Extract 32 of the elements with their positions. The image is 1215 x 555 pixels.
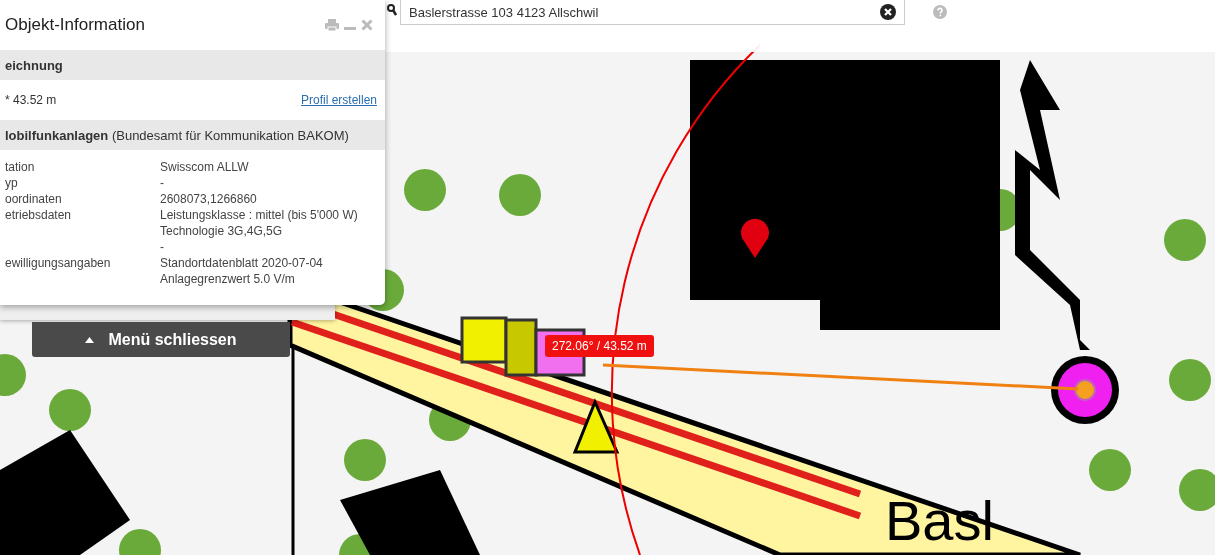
measure-value: * 43.52 m — [5, 93, 57, 107]
attribute-value: 2608073,1266860 — [160, 191, 258, 207]
attribute-value: - — [160, 175, 165, 191]
attribute-label: etriebsdaten — [5, 207, 73, 224]
caret-icon — [85, 336, 95, 343]
square-symbol — [460, 316, 508, 364]
search-field[interactable]: Baslerstrasse 103 4123 Allschwil — [400, 0, 905, 25]
triangle-symbol — [572, 398, 620, 454]
panel-title: Objekt-Information — [5, 15, 145, 35]
attribute-value: Technologie 3G,4G,5G — [160, 223, 284, 239]
attribute-value: Leistungsklasse : mittel (bis 5'000 W) — [160, 207, 359, 223]
street-label: Basl — [885, 489, 994, 552]
close-menu-button[interactable]: Menü schliessen — [32, 322, 290, 357]
antenna-marker — [1051, 356, 1119, 424]
attribute-label: yp — [5, 175, 19, 191]
help-icon[interactable] — [933, 5, 947, 19]
section-heading: eichnung — [0, 50, 385, 80]
attribute-value: Standortdatenblatt 2020-07-04 — [160, 255, 324, 271]
attribute-value: Swisscom ALLW — [160, 159, 250, 175]
attribute-value: Anlagegrenzwert 5.0 V/m — [160, 271, 296, 287]
measure-label: 272.06° / 43.52 m — [545, 335, 654, 357]
attribute-label: oordinaten — [5, 191, 63, 207]
attribute-value: - — [160, 239, 165, 255]
print-icon[interactable] — [325, 19, 339, 31]
section-heading: lobilfunkanlagen (Bundesamt für Kommunikation BAKOM) — [5, 127, 349, 143]
location-pin-icon — [741, 218, 769, 258]
clear-icon[interactable] — [880, 4, 896, 20]
attribute-label: ewilligungsangaben — [5, 255, 112, 272]
close-icon[interactable] — [361, 19, 373, 31]
profile-link[interactable]: Profil erstellen — [300, 93, 377, 107]
search-icon[interactable] — [387, 4, 397, 18]
attribute-label: tation — [5, 159, 36, 175]
